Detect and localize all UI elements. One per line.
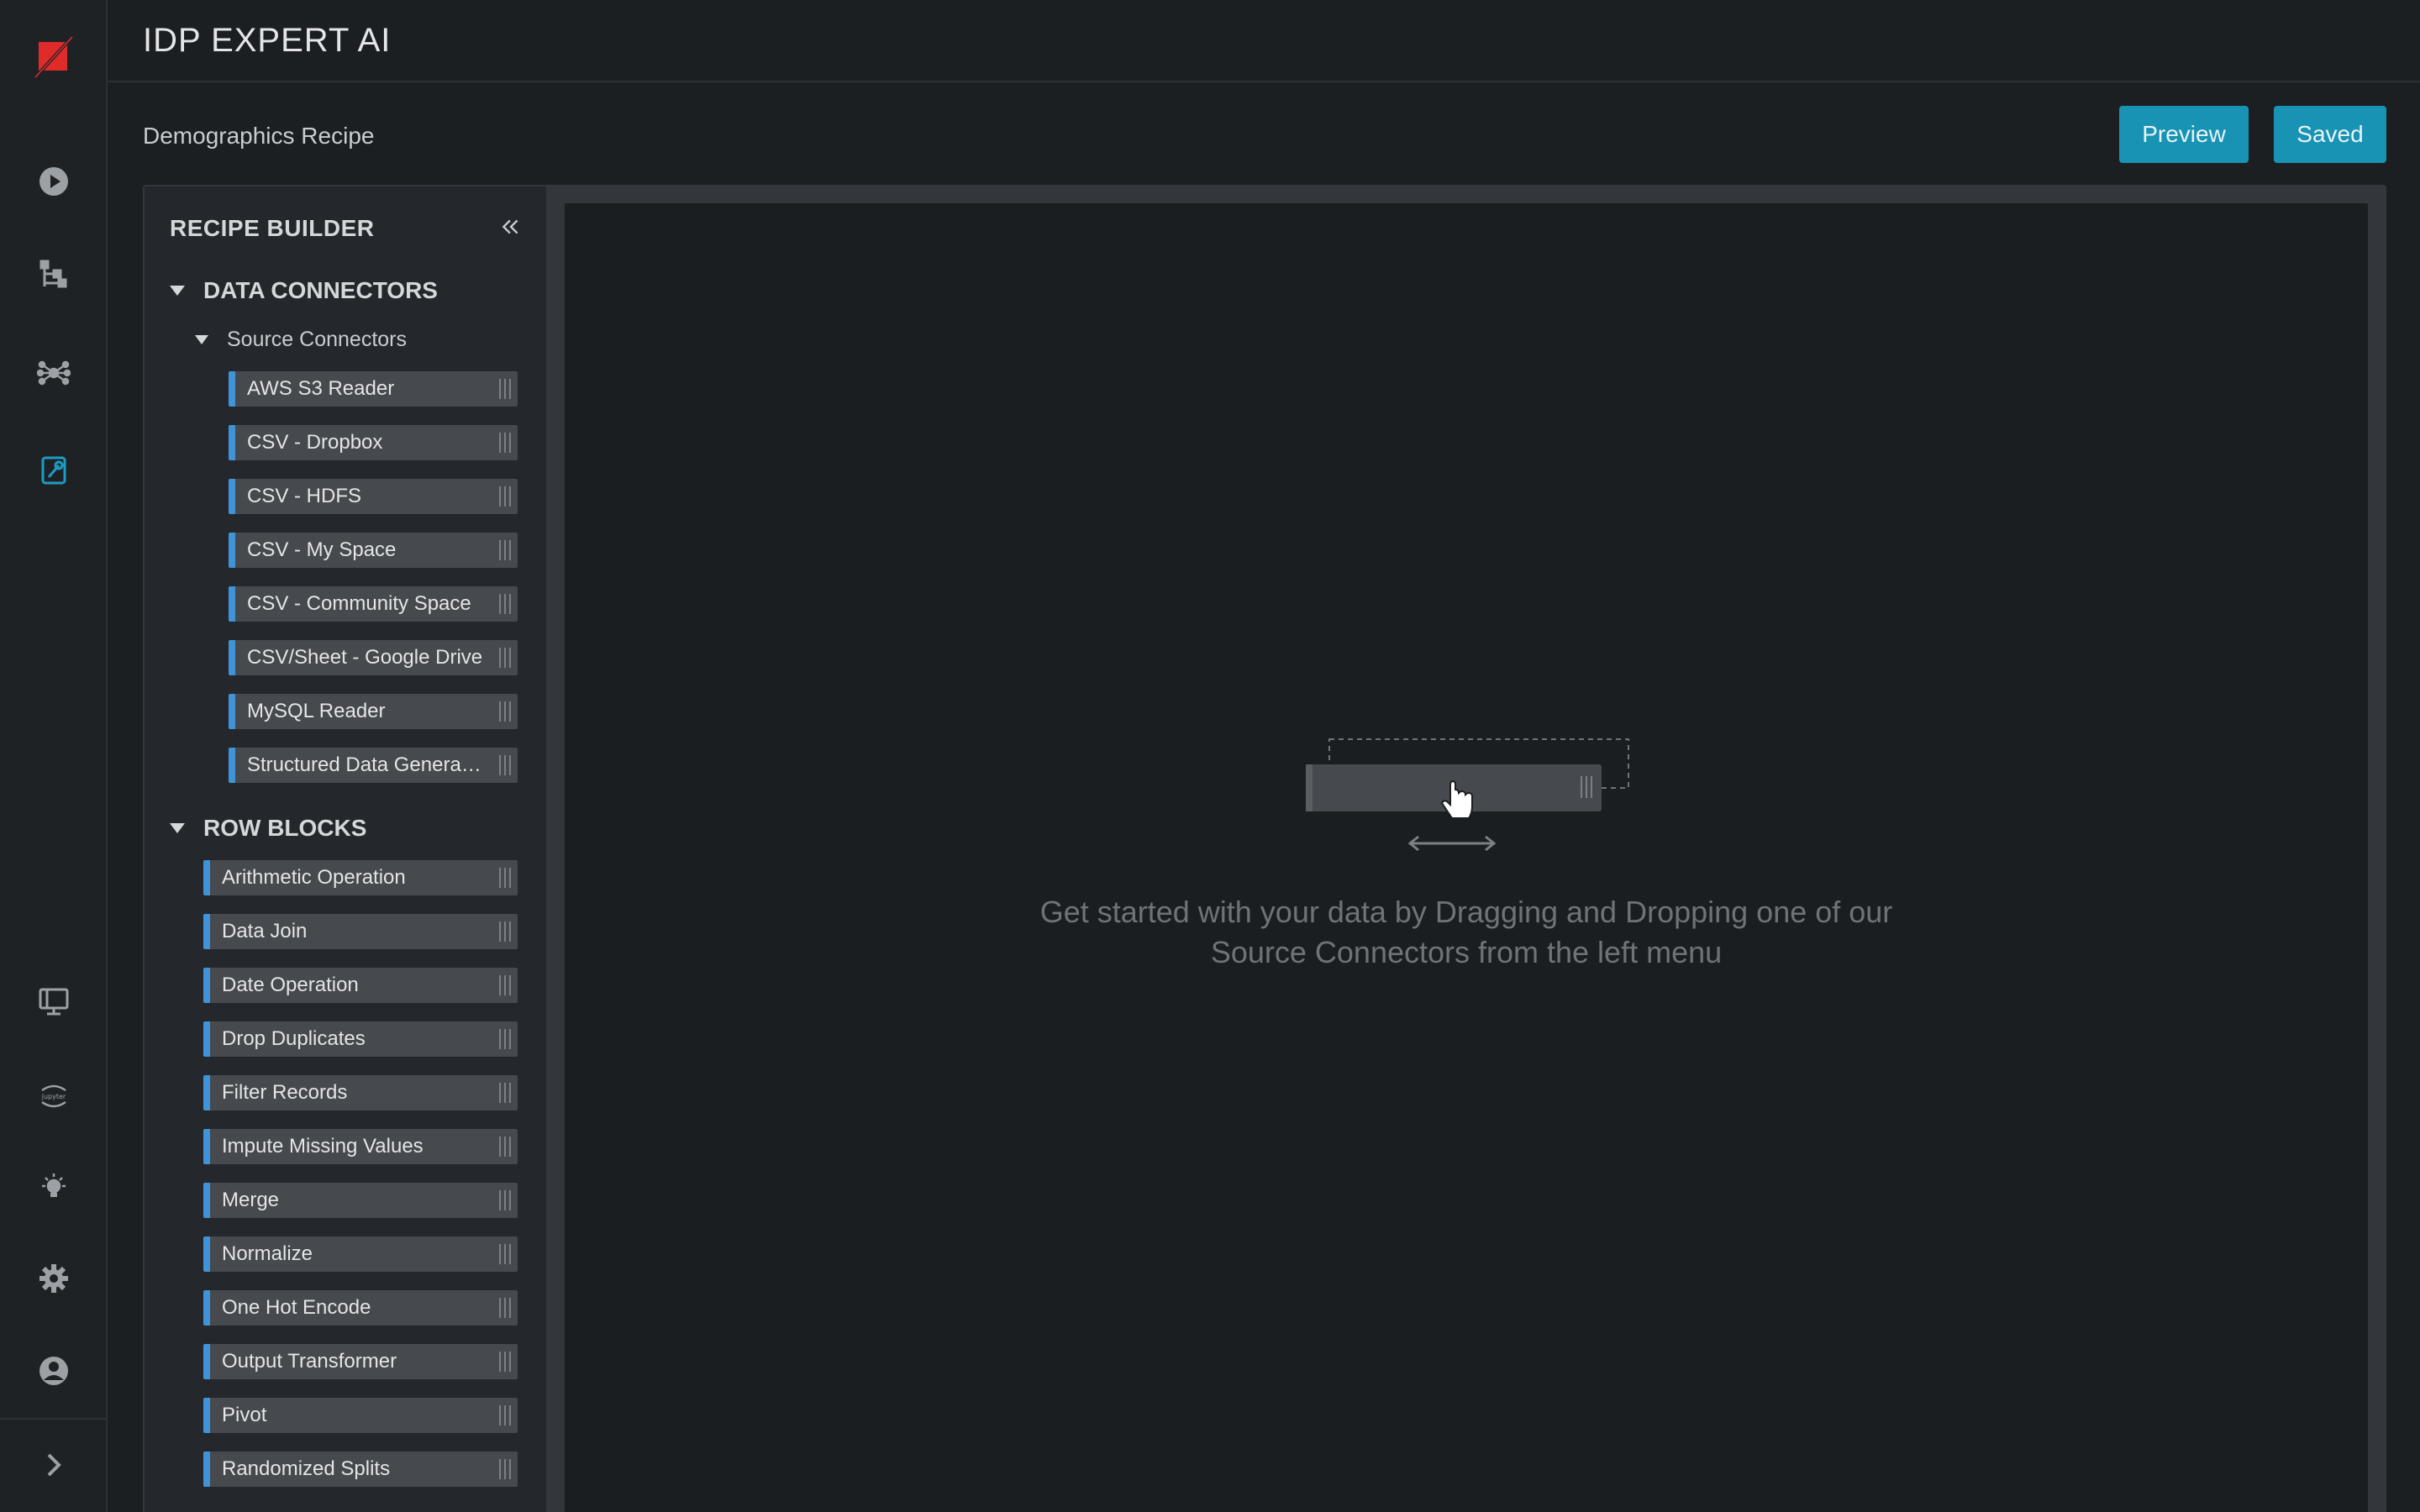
- pipeline-icon[interactable]: [34, 254, 74, 294]
- drag-handle-icon[interactable]: [499, 379, 511, 399]
- block-item-label: CSV/Sheet - Google Drive: [247, 646, 483, 669]
- drag-handle-icon[interactable]: [499, 1083, 511, 1103]
- drag-handle-icon[interactable]: [499, 1459, 511, 1479]
- block-item[interactable]: CSV/Sheet - Google Drive: [229, 640, 518, 675]
- block-item-label: Normalize: [222, 1242, 313, 1265]
- drag-handle-icon[interactable]: [499, 921, 511, 942]
- block-item-label: CSV - My Space: [247, 538, 397, 561]
- preview-button[interactable]: Preview: [2119, 106, 2249, 163]
- gear-icon[interactable]: [34, 1258, 74, 1299]
- drag-handle-icon[interactable]: [499, 1352, 511, 1372]
- user-icon[interactable]: [34, 1351, 74, 1391]
- block-item[interactable]: Data Join: [203, 914, 518, 949]
- block-item[interactable]: Impute Missing Values: [203, 1129, 518, 1164]
- drag-handle-icon[interactable]: [499, 648, 511, 668]
- rail-separator: [0, 1418, 106, 1420]
- drag-handle-icon[interactable]: [499, 1029, 511, 1049]
- drag-handle-icon[interactable]: [499, 1190, 511, 1210]
- block-item[interactable]: CSV - HDFS: [229, 479, 518, 514]
- block-item[interactable]: Arithmetic Operation: [203, 860, 518, 895]
- chevron-right-icon[interactable]: [34, 1445, 74, 1485]
- block-item[interactable]: Merge: [203, 1183, 518, 1218]
- drag-handle-icon[interactable]: [499, 486, 511, 507]
- top-header: IDP EXPERT AI: [108, 0, 2420, 82]
- caret-down-icon: [170, 286, 185, 296]
- block-item[interactable]: Filter Records: [203, 1075, 518, 1110]
- block-item[interactable]: Drop Duplicates: [203, 1021, 518, 1057]
- block-item-label: Output Transformer: [222, 1350, 397, 1373]
- block-item[interactable]: CSV - Dropbox: [229, 425, 518, 460]
- block-item[interactable]: Normalize: [203, 1236, 518, 1272]
- play-icon[interactable]: [34, 161, 74, 202]
- data-connectors-section[interactable]: DATA CONNECTORS: [170, 276, 438, 306]
- block-item[interactable]: One Hot Encode: [203, 1290, 518, 1326]
- drag-handle-icon[interactable]: [499, 433, 511, 453]
- drag-handle-icon[interactable]: [499, 1244, 511, 1264]
- recipe-builder-sidebar: RECIPE BUILDER DATA CONNECTORS Source Co…: [145, 186, 546, 1512]
- desktop-icon[interactable]: [34, 981, 74, 1021]
- block-item-label: Merge: [222, 1189, 280, 1211]
- block-item-label: Structured Data Genera…: [247, 753, 481, 776]
- block-item[interactable]: Pivot: [203, 1398, 518, 1433]
- drag-handle-icon[interactable]: [499, 594, 511, 614]
- section-label: ROW BLOCKS: [203, 815, 367, 841]
- hint-line: Source Connectors from the left menu: [1210, 935, 1723, 969]
- block-item-label: Date Operation: [222, 974, 359, 996]
- block-item-label: CSV - HDFS: [247, 485, 362, 507]
- drag-handle-icon[interactable]: [499, 1298, 511, 1318]
- block-item[interactable]: CSV - My Space: [229, 533, 518, 568]
- network-icon[interactable]: [34, 353, 74, 393]
- block-item-label: Drop Duplicates: [222, 1027, 366, 1050]
- recipe-builder-icon[interactable]: [34, 450, 74, 491]
- left-nav-rail: jupyter: [0, 0, 108, 1512]
- saved-button[interactable]: Saved: [2274, 106, 2386, 163]
- block-item-label: AWS S3 Reader: [247, 377, 395, 400]
- lightbulb-icon[interactable]: [34, 1168, 74, 1208]
- jupyter-icon[interactable]: jupyter: [34, 1075, 74, 1116]
- drag-handle-icon[interactable]: [499, 755, 511, 775]
- drag-drop-illustration: [1306, 738, 1629, 852]
- app-title: IDP EXPERT AI: [143, 22, 392, 59]
- block-item-label: Impute Missing Values: [222, 1135, 424, 1158]
- block-item-label: MySQL Reader: [247, 700, 386, 722]
- drag-handle-icon[interactable]: [499, 1137, 511, 1157]
- source-connectors-group[interactable]: Source Connectors: [195, 324, 407, 354]
- block-item[interactable]: MySQL Reader: [229, 694, 518, 729]
- block-item[interactable]: Structured Data Genera…: [229, 748, 518, 783]
- collapse-sidebar-icon[interactable]: [496, 212, 526, 242]
- drag-handle-icon[interactable]: [499, 868, 511, 888]
- drag-handle-icon[interactable]: [499, 975, 511, 995]
- block-item[interactable]: Output Transformer: [203, 1344, 518, 1379]
- recipe-name[interactable]: Demographics Recipe: [143, 123, 374, 150]
- row-blocks-section[interactable]: ROW BLOCKS: [170, 813, 366, 843]
- block-item-label: Data Join: [222, 920, 308, 942]
- svg-text:jupyter: jupyter: [41, 1093, 66, 1100]
- caret-down-icon: [170, 823, 185, 833]
- sidebar-title: RECIPE BUILDER: [170, 215, 375, 241]
- recipe-canvas[interactable]: Get started with your data by Dragging a…: [565, 203, 2368, 1512]
- block-item-label: Randomized Splits: [222, 1457, 391, 1480]
- drag-handle-icon[interactable]: [499, 540, 511, 560]
- group-label: Source Connectors: [227, 327, 408, 351]
- block-item-label: Pivot: [222, 1404, 267, 1426]
- block-item-label: Filter Records: [222, 1081, 348, 1104]
- block-item[interactable]: Date Operation: [203, 968, 518, 1003]
- block-item[interactable]: AWS S3 Reader: [229, 371, 518, 407]
- drag-handle-icon[interactable]: [499, 1405, 511, 1425]
- block-item[interactable]: CSV - Community Space: [229, 586, 518, 622]
- section-label: DATA CONNECTORS: [203, 277, 438, 303]
- logo-icon[interactable]: [32, 35, 76, 79]
- drag-handle-icon[interactable]: [499, 701, 511, 722]
- block-item-label: One Hot Encode: [222, 1296, 371, 1319]
- caret-down-icon: [195, 334, 208, 344]
- hint-line: Get started with your data by Dragging a…: [1039, 895, 1893, 929]
- block-item[interactable]: Randomized Splits: [203, 1452, 518, 1487]
- block-item-label: CSV - Community Space: [247, 592, 471, 615]
- empty-canvas-hint: Get started with your data by Dragging a…: [565, 892, 2368, 973]
- block-item-label: Arithmetic Operation: [222, 866, 406, 889]
- block-item-label: CSV - Dropbox: [247, 431, 383, 454]
